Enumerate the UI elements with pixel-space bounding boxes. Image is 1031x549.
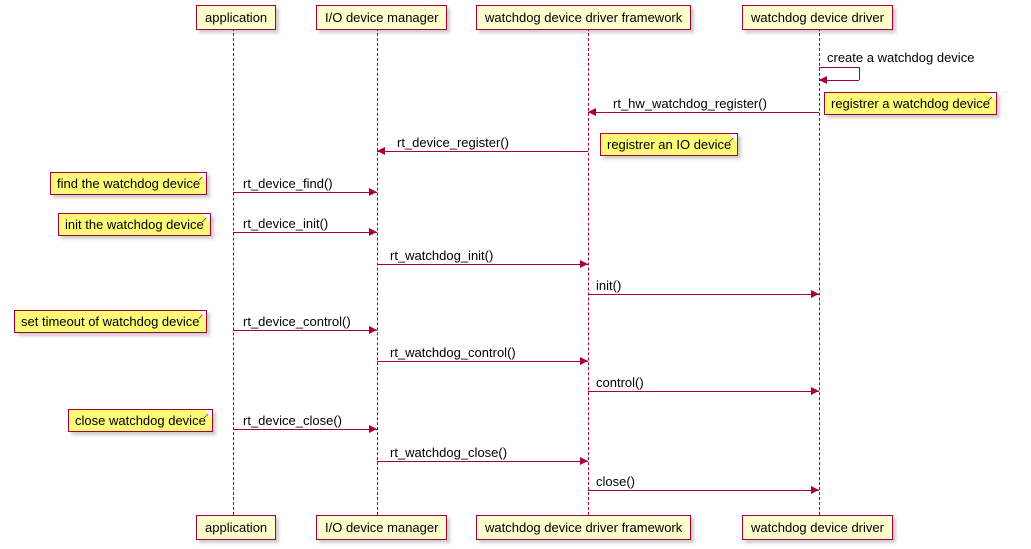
label-m6: init(): [596, 278, 621, 293]
arrow-m4: [233, 232, 377, 233]
label-m1: rt_hw_watchdog_register(): [613, 96, 767, 111]
head-m4: [369, 228, 377, 236]
participant-app-top: application: [196, 5, 276, 30]
arrow-m5: [377, 264, 588, 265]
note-close: close watchdog device: [68, 409, 213, 432]
note-reg-wd: registrer a watchdog device: [824, 92, 997, 115]
head-m9: [811, 387, 819, 395]
label-m11: rt_watchdog_close(): [390, 445, 507, 460]
arrow-m3: [233, 192, 377, 193]
arrow-m7: [233, 330, 377, 331]
note-init: init the watchdog device: [58, 213, 211, 236]
label-m10: rt_device_close(): [243, 413, 342, 428]
label-m8: rt_watchdog_control(): [390, 345, 516, 360]
lifeline-io: [377, 28, 378, 515]
self-arrow-v: [859, 67, 860, 80]
msg-create: create a watchdog device: [827, 50, 974, 65]
self-arrow-head: [819, 76, 827, 84]
head-m10: [369, 425, 377, 433]
participant-io-bottom: I/O device manager: [316, 515, 447, 540]
arrow-m10: [233, 429, 377, 430]
participant-io-top: I/O device manager: [316, 5, 447, 30]
head-m12: [811, 486, 819, 494]
head-m3: [369, 188, 377, 196]
head-m8: [580, 357, 588, 365]
participant-app-bottom: application: [196, 515, 276, 540]
head-m2: [377, 147, 385, 155]
lifeline-fw: [588, 28, 589, 515]
label-m7: rt_device_control(): [243, 314, 351, 329]
label-m4: rt_device_init(): [243, 216, 328, 231]
head-m1: [588, 108, 596, 116]
note-reg-io: registrer an IO device: [600, 133, 738, 156]
head-m5: [580, 260, 588, 268]
participant-fw-top: watchdog device driver framework: [476, 5, 691, 30]
label-m9: control(): [596, 375, 644, 390]
arrow-m11: [377, 461, 588, 462]
label-m12: close(): [596, 474, 635, 489]
participant-fw-bottom: watchdog device driver framework: [476, 515, 691, 540]
lifeline-drv: [819, 28, 820, 515]
arrow-m8: [377, 361, 588, 362]
head-m6: [811, 290, 819, 298]
arrow-m12: [588, 490, 819, 491]
note-timeout: set timeout of watchdog device: [14, 310, 207, 333]
label-m5: rt_watchdog_init(): [390, 248, 493, 263]
arrow-m6: [588, 294, 819, 295]
label-m2: rt_device_register(): [397, 135, 509, 150]
arrow-m2: [377, 151, 588, 152]
lifeline-app: [233, 28, 234, 515]
arrow-m9: [588, 391, 819, 392]
participant-drv-bottom: watchdog device driver: [742, 515, 893, 540]
label-m3: rt_device_find(): [243, 176, 333, 191]
note-find: find the watchdog device: [50, 172, 207, 195]
participant-drv-top: watchdog device driver: [742, 5, 893, 30]
head-m11: [580, 457, 588, 465]
self-arrow-top: [819, 67, 859, 68]
arrow-m1: [588, 112, 819, 113]
head-m7: [369, 326, 377, 334]
